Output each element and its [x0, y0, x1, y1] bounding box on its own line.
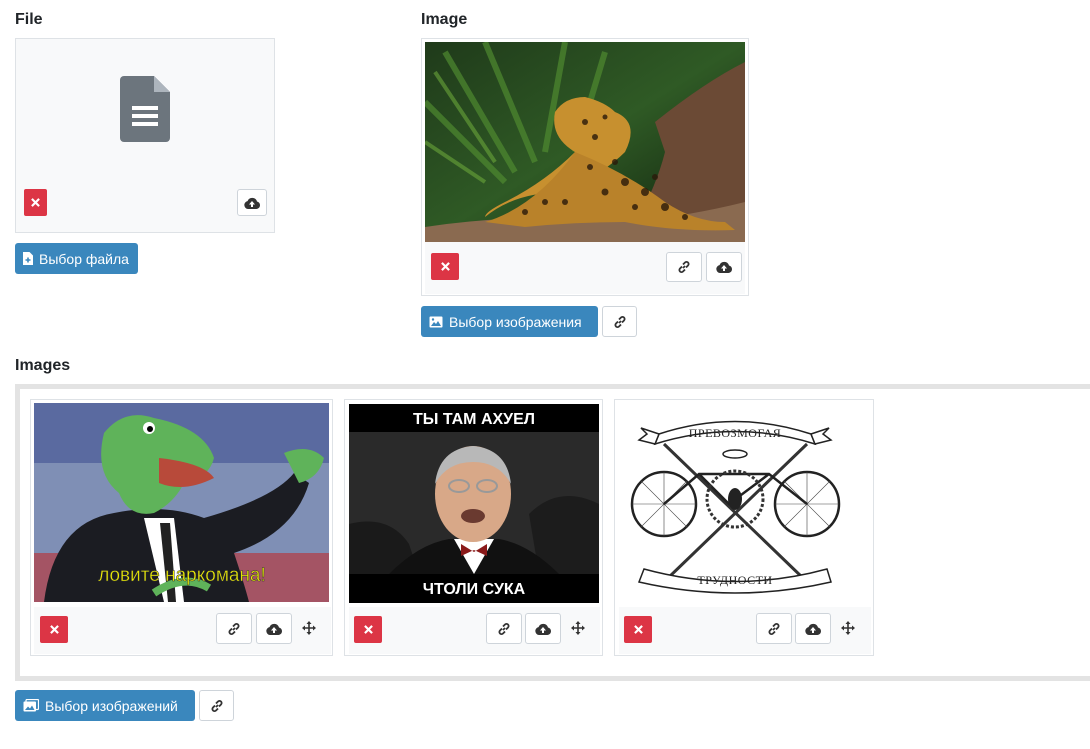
select-image-button[interactable]: Выбор изображения [421, 306, 598, 337]
images-icon [23, 699, 39, 712]
images-item-1: ловите наркомана! [30, 399, 333, 656]
image-url-button[interactable] [602, 306, 637, 337]
select-images-button[interactable]: Выбор изображений [15, 690, 195, 721]
file-card-footer [16, 179, 274, 232]
cloud-upload-icon [244, 197, 260, 209]
file-preview-area [16, 39, 274, 179]
cloud-upload-icon [805, 623, 821, 635]
select-file-button[interactable]: Выбор файла [15, 243, 138, 274]
image-delete-button[interactable] [431, 253, 459, 280]
file-field-label: File [15, 11, 43, 28]
images-item-2-upload-button[interactable] [525, 613, 561, 644]
images-item-3-banner-top: ПРЕВОЗМОГАЯ [689, 426, 782, 440]
images-item-1-footer [34, 607, 331, 654]
close-icon [440, 262, 450, 271]
jaguar-image [425, 42, 745, 242]
images-item-3-upload-button[interactable] [795, 613, 831, 644]
image-upload-button[interactable] [706, 252, 742, 282]
bicycle-emblem-picture: ПРЕВОЗМОГАЯ ТРУДНОСТИ [619, 404, 852, 603]
select-image-button-label: Выбор изображения [449, 313, 582, 330]
link-icon [211, 699, 222, 712]
images-item-3-picture: ПРЕВОЗМОГАЯ ТРУДНОСТИ [619, 404, 852, 603]
crocodile-picture: ловите наркомана! [34, 403, 329, 602]
cloud-upload-icon [535, 623, 551, 635]
images-item-1-move-handle[interactable] [298, 615, 320, 641]
link-icon [614, 315, 625, 328]
images-item-2-move-handle[interactable] [567, 615, 589, 641]
image-link-button[interactable] [666, 252, 702, 282]
close-icon [363, 625, 373, 634]
images-item-1-picture: ловите наркомана! [34, 403, 329, 602]
select-file-button-label: Выбор файла [39, 250, 129, 267]
select-images-button-label: Выбор изображений [45, 697, 178, 714]
images-field-label: Images [15, 357, 71, 374]
images-item-3-footer [619, 607, 871, 654]
link-icon [768, 622, 780, 635]
move-arrows-icon [841, 621, 855, 635]
image-preview-card [421, 38, 749, 296]
images-item-2: ТЫ ТАМ АХУЕЛ ЧТОЛИ СУКА [344, 399, 603, 656]
images-item-2-caption-bottom: ЧТОЛИ СУКА [423, 581, 526, 598]
file-document-icon [120, 76, 170, 142]
file-add-icon [23, 252, 33, 265]
image-card-footer [425, 242, 745, 294]
image-field-label: Image [421, 11, 468, 28]
images-item-3-move-handle[interactable] [837, 615, 859, 641]
images-url-button[interactable] [199, 690, 234, 721]
link-icon [498, 622, 510, 635]
images-item-2-caption-top: ТЫ ТАМ АХУЕЛ [413, 411, 535, 428]
images-item-2-link-button[interactable] [486, 613, 522, 644]
close-icon [31, 198, 40, 207]
link-icon [228, 622, 240, 635]
images-item-2-footer [349, 607, 600, 654]
close-icon [633, 625, 643, 634]
jaguar-picture [425, 42, 745, 242]
image-icon [429, 316, 443, 327]
link-icon [678, 261, 690, 273]
images-item-1-caption: ловите наркомана! [98, 565, 266, 586]
file-delete-button[interactable] [24, 189, 47, 216]
file-preview-card [15, 38, 275, 233]
images-item-1-upload-button[interactable] [256, 613, 292, 644]
cloud-upload-icon [716, 261, 732, 273]
images-item-1-delete-button[interactable] [40, 616, 68, 643]
cloud-upload-icon [266, 623, 282, 635]
move-arrows-icon [571, 621, 585, 635]
move-arrows-icon [302, 621, 316, 635]
images-item-2-picture: ТЫ ТАМ АХУЕЛ ЧТОЛИ СУКА [349, 404, 599, 603]
images-item-3: ПРЕВОЗМОГАЯ ТРУДНОСТИ [614, 399, 874, 656]
images-item-2-delete-button[interactable] [354, 616, 382, 643]
meme-man-picture: ТЫ ТАМ АХУЕЛ ЧТОЛИ СУКА [349, 404, 599, 603]
images-item-3-delete-button[interactable] [624, 616, 652, 643]
images-item-3-banner-bottom: ТРУДНОСТИ [697, 573, 772, 587]
images-item-1-link-button[interactable] [216, 613, 252, 644]
file-upload-button[interactable] [237, 189, 267, 216]
close-icon [49, 625, 59, 634]
images-item-3-link-button[interactable] [756, 613, 792, 644]
